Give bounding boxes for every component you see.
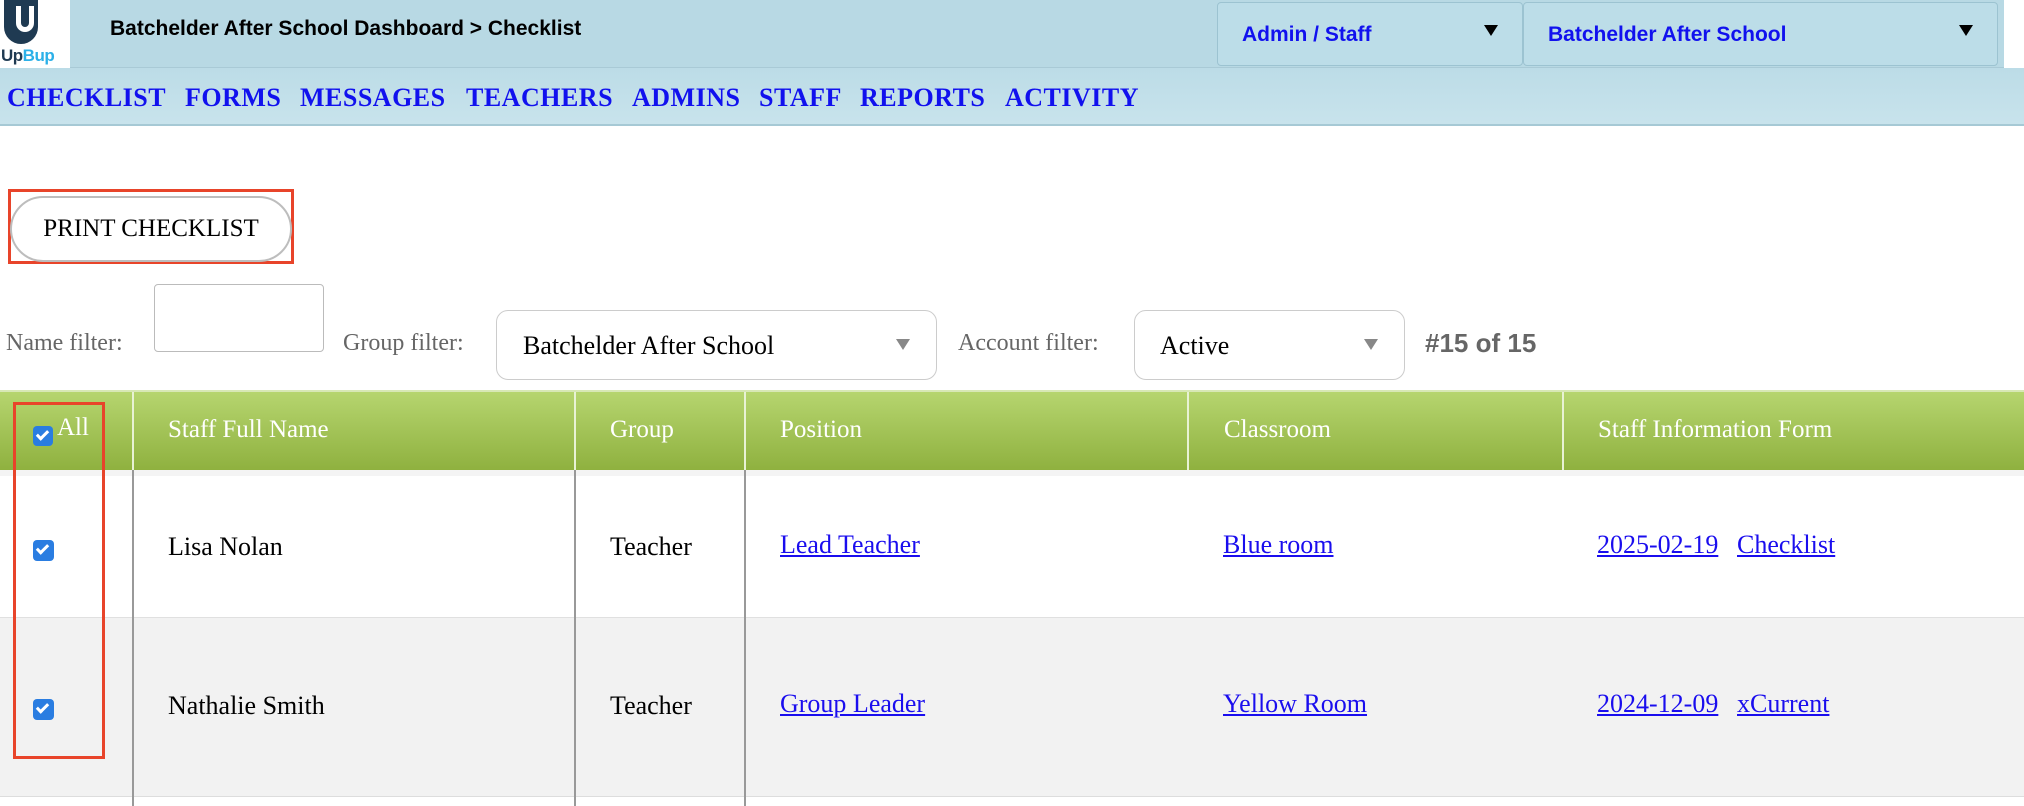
account-filter-value: Active <box>1160 331 1230 360</box>
header-divider <box>132 392 134 472</box>
classroom-link[interactable]: Blue room <box>1223 530 1334 560</box>
column-divider <box>574 470 576 806</box>
print-checklist-button[interactable]: PRINT CHECKLIST <box>10 196 292 262</box>
account-filter-label: Account filter: <box>958 330 1099 356</box>
col-staff-name[interactable]: Staff Full Name <box>168 416 329 444</box>
nav-messages[interactable]: MESSAGES <box>300 83 446 113</box>
group-filter-label: Group filter: <box>343 330 464 356</box>
column-divider <box>744 470 746 806</box>
nav-forms[interactable]: FORMS <box>185 83 281 113</box>
header-divider <box>744 392 746 472</box>
form-date-link[interactable]: 2025-02-19 <box>1597 530 1718 560</box>
nav-teachers[interactable]: TEACHERS <box>466 83 613 113</box>
record-count: #15 of 15 <box>1425 328 1537 358</box>
top-header: UpBup Batchelder After School Dashboard … <box>0 0 2024 68</box>
nav-checklist[interactable]: CHECKLIST <box>7 83 166 113</box>
form-link[interactable]: Checklist <box>1737 530 1835 560</box>
chevron-down-icon <box>1484 25 1498 36</box>
table-header: All Staff Full Name Group Position Class… <box>0 390 2024 472</box>
staff-group: Teacher <box>610 532 692 561</box>
breadcrumb: Batchelder After School Dashboard > Chec… <box>110 17 582 40</box>
checkbox-highlight-box <box>13 402 105 759</box>
header-divider <box>1187 392 1189 472</box>
account-filter-select[interactable]: Active <box>1134 310 1405 380</box>
table-row: Nathalie Smith Teacher Group Leader Yell… <box>0 617 2024 797</box>
nav-admins[interactable]: ADMINS <box>632 83 740 113</box>
form-link[interactable]: xCurrent <box>1737 689 1829 719</box>
staff-name: Lisa Nolan <box>168 532 283 561</box>
role-select[interactable]: Admin / Staff <box>1217 2 1523 66</box>
col-group[interactable]: Group <box>610 416 674 444</box>
chevron-down-icon <box>1959 25 1973 36</box>
position-link[interactable]: Group Leader <box>780 689 925 719</box>
header-divider <box>1562 392 1564 472</box>
form-date-link[interactable]: 2024-12-09 <box>1597 689 1718 719</box>
school-select[interactable]: Batchelder After School <box>1523 2 1998 66</box>
col-classroom[interactable]: Classroom <box>1224 416 1331 444</box>
chevron-down-icon <box>1364 339 1378 350</box>
header-divider <box>574 392 576 472</box>
position-link[interactable]: Lead Teacher <box>780 530 920 560</box>
col-position[interactable]: Position <box>780 416 862 444</box>
staff-group: Teacher <box>610 691 692 720</box>
logo-shield-icon <box>4 0 38 44</box>
header-edge <box>2004 0 2024 68</box>
upbup-logo[interactable]: UpBup <box>0 0 70 68</box>
name-filter-input[interactable] <box>154 284 324 352</box>
staff-name: Nathalie Smith <box>168 691 325 720</box>
name-filter-label: Name filter: <box>6 330 123 356</box>
nav-reports[interactable]: REPORTS <box>860 83 985 113</box>
table-row: Lisa Nolan Teacher Lead Teacher Blue roo… <box>0 476 2024 616</box>
nav-activity[interactable]: ACTIVITY <box>1005 83 1139 113</box>
col-staff-info-form[interactable]: Staff Information Form <box>1598 416 1832 444</box>
group-filter-value: Batchelder After School <box>523 331 775 360</box>
group-filter-select[interactable]: Batchelder After School <box>496 310 937 380</box>
column-divider <box>132 470 134 806</box>
role-select-value: Admin / Staff <box>1242 23 1372 46</box>
logo-text: UpBup <box>1 46 55 65</box>
school-select-value: Batchelder After School <box>1548 23 1787 46</box>
nav-staff[interactable]: STAFF <box>759 83 842 113</box>
chevron-down-icon <box>896 339 910 350</box>
classroom-link[interactable]: Yellow Room <box>1223 689 1367 719</box>
main-nav: CHECKLIST FORMS MESSAGES TEACHERS ADMINS… <box>0 68 2024 126</box>
